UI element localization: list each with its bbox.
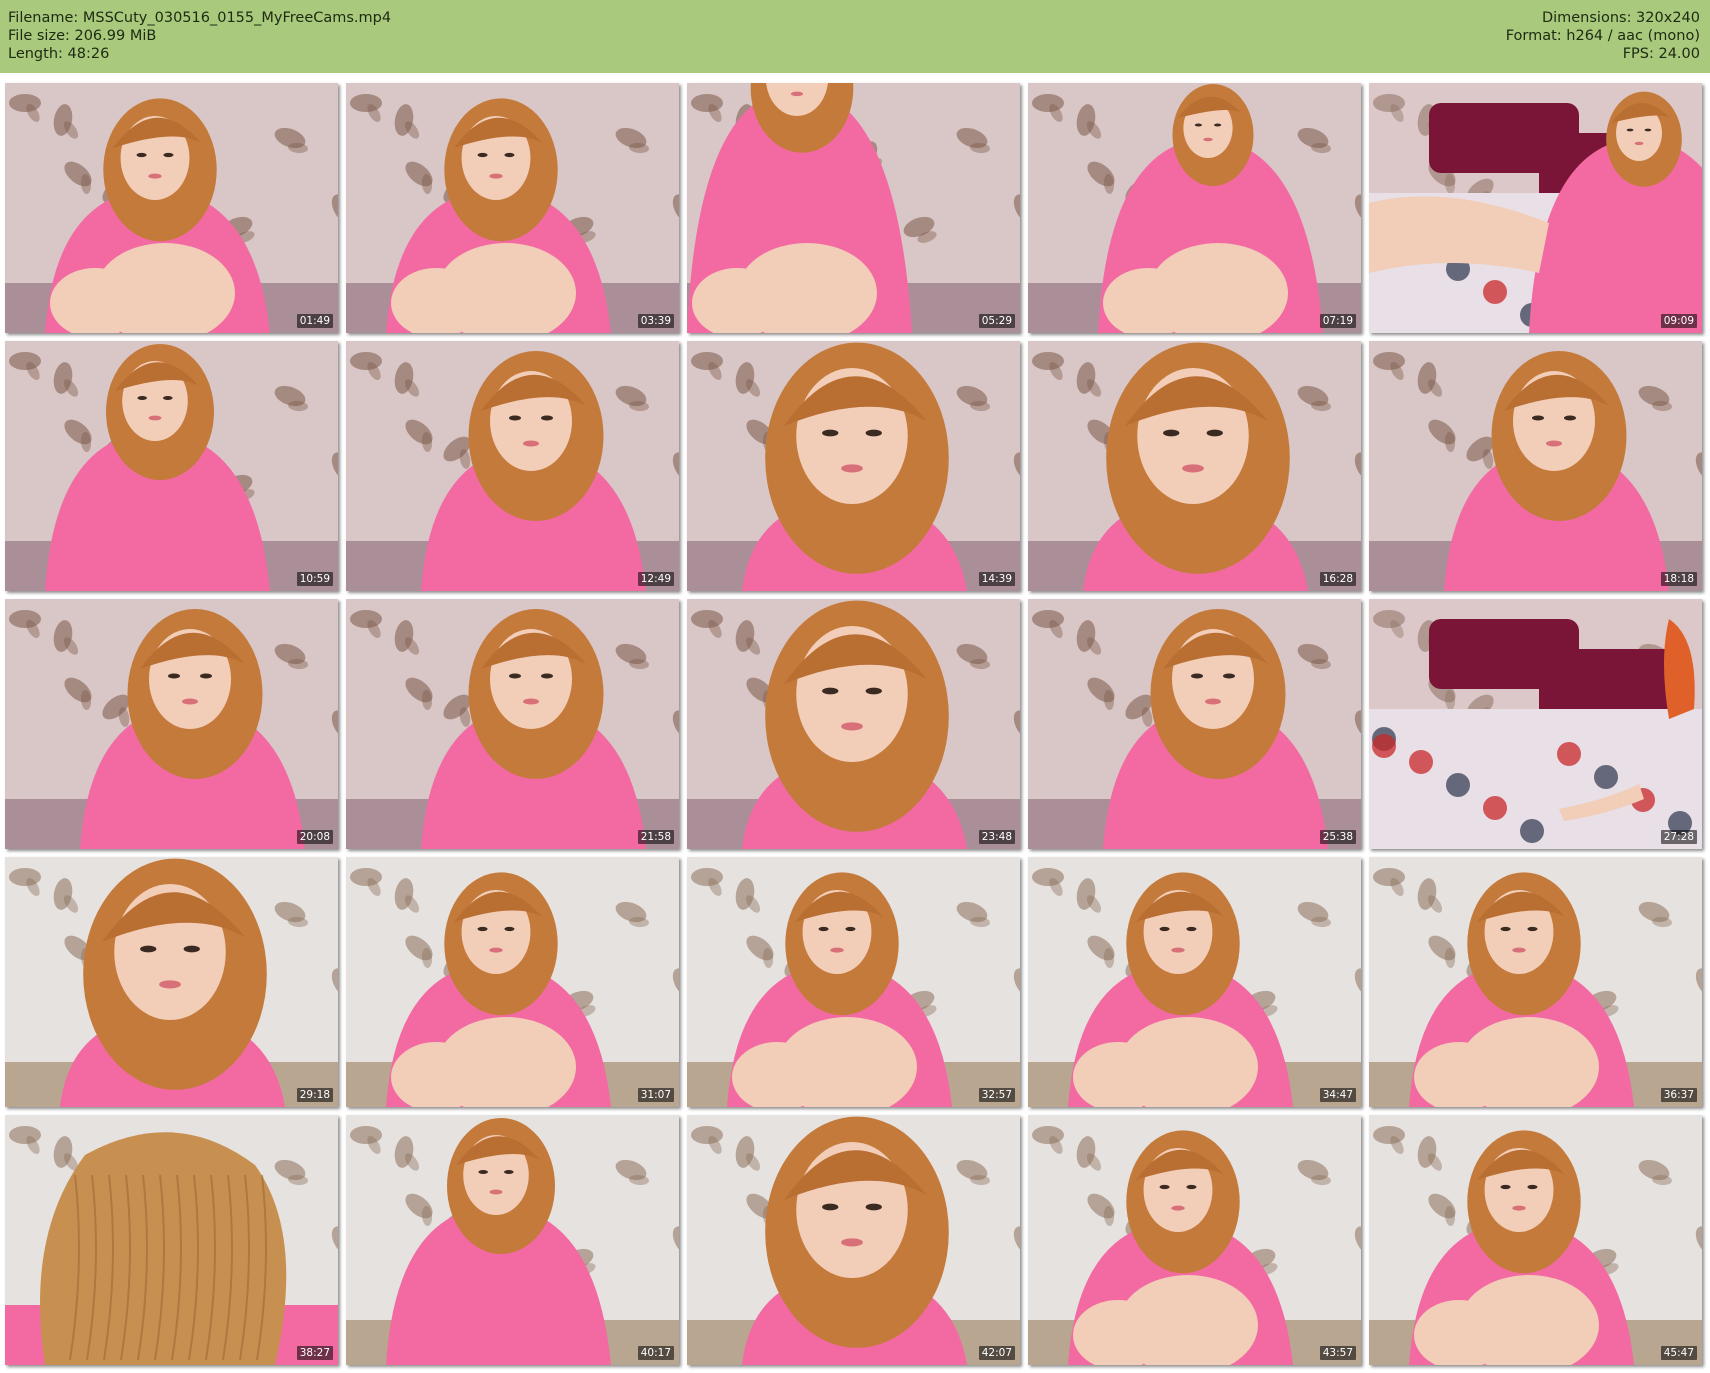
header-right: Dimensions: 320x240 Format: h264 / aac (…: [1506, 9, 1700, 63]
thumbnail-frame-image: [1028, 341, 1361, 591]
length-text: Length: 48:26: [8, 46, 110, 62]
video-thumbnail: 29:18: [5, 857, 338, 1107]
thumbnail-grid: 01:49 03:39 05:29 07:19 09:09 10:59 12:49 14:39…: [0, 81, 1710, 1373]
thumbnail-frame-image: [1028, 857, 1361, 1107]
video-thumbnail: 43:57: [1028, 1115, 1361, 1365]
video-thumbnail: 42:07: [687, 1115, 1020, 1365]
format-text: Format: h264 / aac (mono): [1505, 28, 1700, 44]
video-thumbnail: 25:38: [1028, 599, 1361, 849]
thumbnail-frame-image: [1369, 599, 1702, 849]
video-thumbnail: 10:59: [5, 341, 338, 591]
video-thumbnail: 09:09: [1369, 83, 1702, 333]
thumbnail-frame-image: [5, 599, 338, 849]
video-thumbnail: 12:49: [346, 341, 679, 591]
thumbnail-frame-image: [346, 341, 679, 591]
thumbnail-frame-image: [687, 599, 1020, 849]
video-thumbnail: 18:18: [1369, 341, 1702, 591]
thumbnail-frame-image: [687, 857, 1020, 1107]
thumbnail-frame-image: [687, 341, 1020, 591]
thumbnail-timestamp: 40:17: [637, 1346, 674, 1360]
video-thumbnail: 20:08: [5, 599, 338, 849]
thumbnail-timestamp: 09:09: [1660, 314, 1697, 328]
thumbnail-timestamp: 34:47: [1319, 1088, 1356, 1102]
thumbnail-frame-image: [1028, 1115, 1361, 1365]
thumbnail-frame-image: [1369, 341, 1702, 591]
video-thumbnail: 40:17: [346, 1115, 679, 1365]
thumbnail-timestamp: 14:39: [978, 572, 1015, 586]
thumbnail-frame-image: [1369, 83, 1702, 333]
thumbnail-timestamp: 01:49: [296, 314, 333, 328]
thumbnail-timestamp: 25:38: [1319, 830, 1356, 844]
video-thumbnail: 03:39: [346, 83, 679, 333]
video-thumbnail: 05:29: [687, 83, 1020, 333]
thumbnail-frame-image: [1369, 1115, 1702, 1365]
thumbnail-timestamp: 21:58: [637, 830, 674, 844]
thumbnail-timestamp: 36:37: [1660, 1088, 1697, 1102]
thumbnail-timestamp: 43:57: [1319, 1346, 1356, 1360]
video-thumbnail: 45:47: [1369, 1115, 1702, 1365]
video-thumbnail: 38:27: [5, 1115, 338, 1365]
video-thumbnail: 32:57: [687, 857, 1020, 1107]
video-thumbnail: 36:37: [1369, 857, 1702, 1107]
dimensions-text: Dimensions: 320x240: [1541, 10, 1700, 26]
fps-text: FPS: 24.00: [1622, 46, 1700, 62]
thumbnail-frame-image: [687, 1115, 1020, 1365]
thumbnail-frame-image: [346, 857, 679, 1107]
thumbnail-frame-image: [346, 83, 679, 333]
thumbnail-frame-image: [1028, 599, 1361, 849]
info-header: Filename: MSSCuty_030516_0155_MyFreeCams…: [0, 0, 1710, 73]
header-left: Filename: MSSCuty_030516_0155_MyFreeCams…: [8, 9, 391, 63]
thumbnail-timestamp: 12:49: [637, 572, 674, 586]
thumbnail-timestamp: 29:18: [296, 1088, 333, 1102]
thumbnail-timestamp: 20:08: [296, 830, 333, 844]
thumbnail-frame-image: [1369, 857, 1702, 1107]
thumbnail-frame-image: [5, 857, 338, 1107]
filename-text: Filename: MSSCuty_030516_0155_MyFreeCams…: [8, 10, 392, 26]
video-thumbnail: 14:39: [687, 341, 1020, 591]
thumbnail-frame-image: [346, 599, 679, 849]
thumbnail-frame-image: [5, 1115, 338, 1365]
thumbnail-frame-image: [5, 83, 338, 333]
thumbnail-timestamp: 07:19: [1319, 314, 1356, 328]
thumbnail-timestamp: 42:07: [978, 1346, 1015, 1360]
thumbnail-timestamp: 32:57: [978, 1088, 1015, 1102]
thumbnail-timestamp: 16:28: [1319, 572, 1356, 586]
video-thumbnail: 31:07: [346, 857, 679, 1107]
video-thumbnail: 34:47: [1028, 857, 1361, 1107]
video-thumbnail: 01:49: [5, 83, 338, 333]
thumbnail-timestamp: 18:18: [1660, 572, 1697, 586]
thumbnail-timestamp: 05:29: [978, 314, 1015, 328]
video-thumbnail: 21:58: [346, 599, 679, 849]
thumbnail-frame-image: [687, 83, 1020, 333]
thumbnail-timestamp: 45:47: [1660, 1346, 1697, 1360]
thumbnail-timestamp: 10:59: [296, 572, 333, 586]
video-thumbnail: 23:48: [687, 599, 1020, 849]
thumbnail-timestamp: 31:07: [637, 1088, 674, 1102]
thumbnail-frame-image: [5, 341, 338, 591]
video-thumbnail: 07:19: [1028, 83, 1361, 333]
thumbnail-timestamp: 27:28: [1660, 830, 1697, 844]
thumbnail-timestamp: 38:27: [296, 1346, 333, 1360]
video-thumbnail: 27:28: [1369, 599, 1702, 849]
video-thumbnail: 16:28: [1028, 341, 1361, 591]
thumbnail-timestamp: 03:39: [637, 314, 674, 328]
thumbnail-timestamp: 23:48: [978, 830, 1015, 844]
thumbnail-frame-image: [346, 1115, 679, 1365]
thumbnail-frame-image: [1028, 83, 1361, 333]
filesize-text: File size: 206.99 MiB: [8, 28, 157, 44]
